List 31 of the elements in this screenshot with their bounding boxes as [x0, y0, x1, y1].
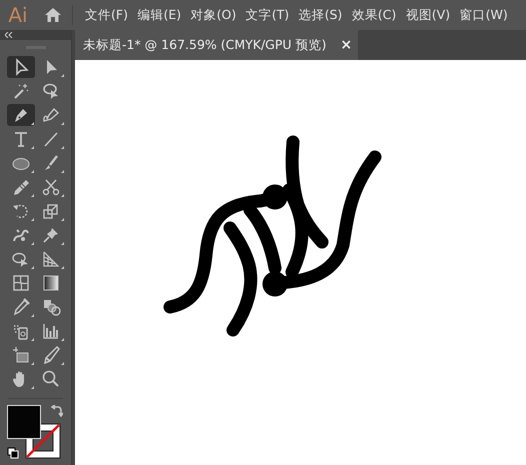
curvature-tool-icon — [41, 105, 61, 125]
zoom-tool-icon — [41, 369, 61, 389]
scissors-tool-icon — [41, 177, 61, 197]
close-tab-button[interactable]: × — [340, 37, 352, 53]
menu-item[interactable]: 对象(O) — [186, 6, 240, 24]
eyedropper-tool-icon — [11, 297, 31, 317]
collapse-icon[interactable] — [5, 32, 13, 38]
default-colors-icon[interactable] — [7, 447, 19, 459]
blend-tool-icon — [41, 297, 61, 317]
menu-item[interactable]: 效果(C) — [348, 6, 400, 24]
gradient-tool-icon — [41, 273, 61, 293]
pin-tool-icon — [41, 225, 61, 245]
swap-icon[interactable] — [51, 405, 63, 417]
home-icon[interactable] — [44, 7, 62, 23]
menu-item[interactable]: 编辑(E) — [133, 6, 186, 24]
graph-tool-icon — [41, 321, 61, 341]
menu-item[interactable]: 视图(V) — [402, 6, 454, 24]
tool-button[interactable] — [7, 56, 35, 78]
menu-item[interactable]: 文字(T) — [242, 6, 294, 24]
fill-swatch[interactable] — [7, 405, 41, 439]
menu-item[interactable]: 窗口(W) — [456, 6, 512, 24]
pencil-tool-icon — [11, 177, 31, 197]
document-tab[interactable]: 未标题-1* @ 167.59% (CMYK/GPU 预览) × — [75, 30, 358, 60]
slice-tool-icon — [41, 345, 61, 365]
perspective-tool-icon — [41, 249, 61, 269]
artboard-tool-icon — [11, 345, 31, 365]
menu-item[interactable]: 选择(S) — [294, 6, 346, 24]
tool-button[interactable] — [7, 104, 35, 126]
menu-item[interactable]: 文件(F) — [81, 6, 132, 24]
mesh-tool-icon — [11, 273, 31, 293]
grip-icon[interactable] — [26, 46, 46, 48]
